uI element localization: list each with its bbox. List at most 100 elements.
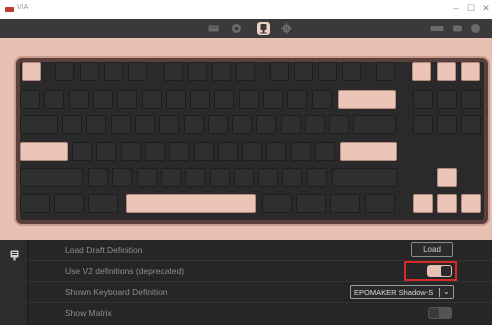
keycap[interactable] xyxy=(136,168,157,187)
keycap[interactable] xyxy=(413,194,433,213)
keycap[interactable] xyxy=(120,142,141,161)
keycap[interactable] xyxy=(376,62,395,81)
keycap[interactable] xyxy=(88,194,118,213)
keycap[interactable] xyxy=(263,90,283,109)
discord-icon[interactable] xyxy=(452,23,463,34)
keycap[interactable] xyxy=(282,168,303,187)
keycap[interactable] xyxy=(437,194,457,213)
keycap[interactable] xyxy=(315,142,335,161)
keycap[interactable] xyxy=(306,168,327,187)
keycap[interactable] xyxy=(311,90,332,109)
keycap[interactable] xyxy=(232,115,253,134)
keycap[interactable] xyxy=(185,168,206,187)
keycap[interactable] xyxy=(329,115,350,134)
keycap[interactable] xyxy=(165,90,186,109)
keycap[interactable] xyxy=(117,90,138,109)
keycap[interactable] xyxy=(238,90,259,109)
keycap[interactable] xyxy=(437,90,457,109)
keycap[interactable] xyxy=(413,90,433,109)
keycap[interactable] xyxy=(183,115,204,134)
keycap[interactable] xyxy=(338,90,396,109)
keycap[interactable] xyxy=(340,142,397,161)
keycap[interactable] xyxy=(128,62,147,81)
keycap[interactable] xyxy=(461,90,481,109)
keycap[interactable] xyxy=(270,62,289,81)
keycap[interactable] xyxy=(207,115,228,134)
keycap[interactable] xyxy=(296,194,326,213)
gear-circle-icon[interactable] xyxy=(231,23,242,34)
minimize-button[interactable]: – xyxy=(450,3,462,13)
keycap[interactable] xyxy=(461,62,480,81)
design-icon[interactable] xyxy=(430,23,444,34)
keycap[interactable] xyxy=(110,115,131,134)
load-button[interactable]: Load xyxy=(411,242,453,257)
keycap[interactable] xyxy=(262,194,292,213)
keycap[interactable] xyxy=(353,115,396,134)
close-button[interactable]: ✕ xyxy=(480,3,492,14)
keycap[interactable] xyxy=(22,62,41,81)
keycap[interactable] xyxy=(212,62,231,81)
keycap[interactable] xyxy=(437,115,457,134)
keycap[interactable] xyxy=(193,142,214,161)
keycap[interactable] xyxy=(68,90,89,109)
keycap[interactable] xyxy=(20,90,40,109)
keyboard-definition-select[interactable]: EPOMAKER Shadow-S ⌄ xyxy=(350,285,454,299)
keycap[interactable] xyxy=(112,168,133,187)
keycap[interactable] xyxy=(20,168,83,187)
keycap[interactable] xyxy=(190,90,211,109)
keycap[interactable] xyxy=(80,62,99,81)
keycap[interactable] xyxy=(461,115,481,134)
keycap[interactable] xyxy=(217,142,238,161)
maximize-button[interactable]: ☐ xyxy=(465,3,477,14)
keycap[interactable] xyxy=(305,115,325,134)
github-icon[interactable] xyxy=(470,23,481,34)
keycap[interactable] xyxy=(134,115,155,134)
keycap[interactable] xyxy=(92,90,113,109)
keycap[interactable] xyxy=(20,194,50,213)
keycap[interactable] xyxy=(20,115,58,134)
keycap[interactable] xyxy=(242,142,263,161)
keycap[interactable] xyxy=(236,62,255,81)
keycap[interactable] xyxy=(164,62,183,81)
keycap[interactable] xyxy=(258,168,279,187)
keycap[interactable] xyxy=(294,62,313,81)
use-v2-toggle[interactable] xyxy=(427,265,452,277)
keyboard-icon[interactable] xyxy=(208,23,219,34)
settings-icon[interactable] xyxy=(281,23,292,34)
keycap[interactable] xyxy=(160,168,181,187)
keycap[interactable] xyxy=(461,194,481,213)
keycap[interactable] xyxy=(72,142,92,161)
keycap[interactable] xyxy=(290,142,311,161)
keycap[interactable] xyxy=(266,142,287,161)
keycap[interactable] xyxy=(332,168,397,187)
keycap[interactable] xyxy=(437,168,457,187)
keycap[interactable] xyxy=(86,115,107,134)
keycap[interactable] xyxy=(96,142,117,161)
keycap[interactable] xyxy=(54,194,84,213)
keycap[interactable] xyxy=(169,142,190,161)
keycap[interactable] xyxy=(188,62,207,81)
keycap[interactable] xyxy=(412,62,431,81)
keycap[interactable] xyxy=(330,194,360,213)
debug-tab-icon[interactable] xyxy=(10,248,19,261)
show-matrix-toggle[interactable] xyxy=(428,307,452,319)
keycap[interactable] xyxy=(126,194,256,213)
keycap[interactable] xyxy=(280,115,301,134)
keycap[interactable] xyxy=(159,115,180,134)
keycap[interactable] xyxy=(209,168,230,187)
keycap[interactable] xyxy=(20,142,68,161)
keycap[interactable] xyxy=(318,62,337,81)
debug-icon[interactable] xyxy=(257,22,270,35)
keycap[interactable] xyxy=(44,90,65,109)
keycap[interactable] xyxy=(256,115,277,134)
keycap[interactable] xyxy=(144,142,165,161)
keycap[interactable] xyxy=(88,168,108,187)
keycap[interactable] xyxy=(104,62,123,81)
keycap[interactable] xyxy=(141,90,162,109)
keycap[interactable] xyxy=(365,194,395,213)
keycap[interactable] xyxy=(287,90,308,109)
keycap[interactable] xyxy=(233,168,254,187)
keycap[interactable] xyxy=(413,115,433,134)
keycap[interactable] xyxy=(214,90,235,109)
keycap[interactable] xyxy=(62,115,82,134)
